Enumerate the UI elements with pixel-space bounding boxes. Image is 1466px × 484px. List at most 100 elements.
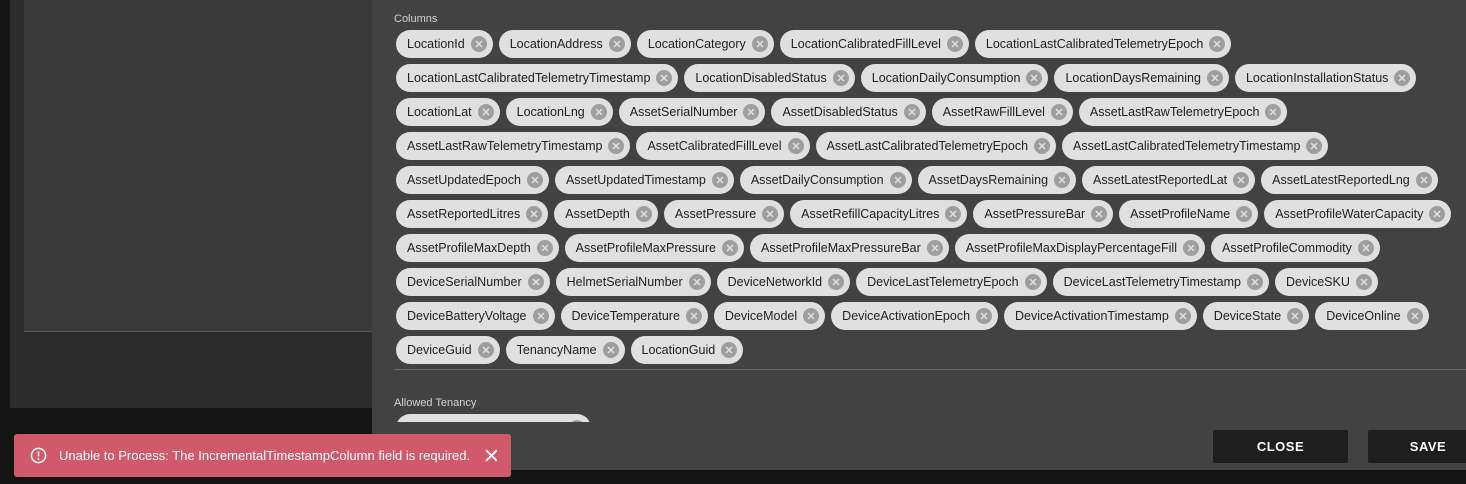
remove-icon[interactable]	[685, 308, 702, 324]
remove-icon[interactable]	[762, 206, 779, 222]
column-chip[interactable]: AssetLastCalibratedTelemetryEpoch	[815, 132, 1057, 160]
column-chip[interactable]: AssetLastCalibratedTelemetryTimestamp	[1062, 132, 1329, 160]
column-chip[interactable]: LocationDaysRemaining	[1054, 64, 1229, 92]
column-chip[interactable]: DeviceModel	[713, 302, 826, 330]
column-chip[interactable]: LocationLng	[505, 98, 613, 126]
remove-icon[interactable]	[477, 342, 494, 358]
remove-icon[interactable]	[787, 138, 804, 154]
column-chip[interactable]: DeviceLastTelemetryTimestamp	[1052, 268, 1269, 296]
remove-icon[interactable]	[1394, 70, 1411, 86]
remove-icon[interactable]	[1054, 172, 1071, 188]
remove-icon[interactable]	[751, 36, 768, 52]
remove-icon[interactable]	[1287, 308, 1304, 324]
column-chip[interactable]: AssetDepth	[554, 200, 658, 228]
column-chip[interactable]: AssetUpdatedTimestamp	[554, 166, 734, 194]
column-chip[interactable]: AssetProfileWaterCapacity	[1264, 200, 1452, 228]
column-chip[interactable]: DeviceSKU	[1274, 268, 1378, 296]
column-chip[interactable]: AssetCalibratedFillLevel	[636, 132, 810, 160]
remove-icon[interactable]	[1357, 240, 1374, 256]
column-chip[interactable]: LocationCategory	[636, 30, 774, 58]
column-chip[interactable]: DeviceNetworkId	[716, 268, 851, 296]
remove-icon[interactable]	[1246, 274, 1263, 290]
remove-icon[interactable]	[608, 36, 625, 52]
remove-icon[interactable]	[532, 308, 549, 324]
column-chip[interactable]: AssetProfileMaxPressureBar	[750, 234, 949, 262]
remove-icon[interactable]	[832, 70, 849, 86]
column-chip[interactable]: AssetLatestReportedLng	[1261, 166, 1438, 194]
remove-icon[interactable]	[1306, 138, 1323, 154]
remove-icon[interactable]	[976, 308, 993, 324]
column-chip[interactable]: AssetProfileMaxDepth	[396, 234, 559, 262]
remove-icon[interactable]	[1206, 70, 1223, 86]
remove-icon[interactable]	[1024, 274, 1041, 290]
remove-icon[interactable]	[711, 172, 728, 188]
column-chip[interactable]: LocationDisabledStatus	[684, 64, 855, 92]
remove-icon[interactable]	[1236, 206, 1253, 222]
column-chip[interactable]: AssetRefillCapacityLitres	[790, 200, 968, 228]
column-chip[interactable]: AssetReportedLitres	[396, 200, 549, 228]
remove-icon[interactable]	[1034, 138, 1051, 154]
column-chip[interactable]: AssetUpdatedEpoch	[396, 166, 549, 194]
remove-icon[interactable]	[1355, 274, 1372, 290]
close-icon[interactable]	[484, 448, 499, 463]
column-chip[interactable]: LocationGuid	[630, 336, 744, 364]
column-chip[interactable]: LocationDailyConsumption	[860, 64, 1049, 92]
column-chip[interactable]: LocationLat	[396, 98, 500, 126]
column-chip[interactable]: DeviceOnline	[1315, 302, 1429, 330]
column-chip[interactable]: AssetDaysRemaining	[917, 166, 1077, 194]
remove-icon[interactable]	[1233, 172, 1250, 188]
remove-icon[interactable]	[926, 240, 943, 256]
column-chip[interactable]: DeviceActivationTimestamp	[1004, 302, 1197, 330]
column-chip[interactable]: DeviceLastTelemetryEpoch	[856, 268, 1047, 296]
remove-icon[interactable]	[722, 240, 738, 256]
remove-icon[interactable]	[526, 206, 543, 222]
remove-icon[interactable]	[1406, 308, 1423, 324]
column-chip[interactable]: AssetProfileMaxPressure	[564, 234, 744, 262]
remove-icon[interactable]	[903, 104, 920, 120]
column-chip[interactable]: LocationCalibratedFillLevel	[779, 30, 969, 58]
remove-icon[interactable]	[803, 308, 820, 324]
remove-icon[interactable]	[1026, 70, 1043, 86]
remove-icon[interactable]	[1050, 104, 1067, 120]
column-chip[interactable]: AssetSerialNumber	[618, 98, 766, 126]
column-chip[interactable]: AssetDisabledStatus	[771, 98, 926, 126]
remove-icon[interactable]	[688, 274, 705, 290]
column-chip[interactable]: AssetDailyConsumption	[739, 166, 912, 194]
column-chip[interactable]: AssetLatestReportedLat	[1082, 166, 1256, 194]
remove-icon[interactable]	[635, 206, 652, 222]
remove-icon[interactable]	[828, 274, 845, 290]
column-chip[interactable]: LocationAddress	[498, 30, 631, 58]
remove-icon[interactable]	[743, 104, 760, 120]
column-chip[interactable]: DeviceTemperature	[560, 302, 708, 330]
remove-icon[interactable]	[1174, 308, 1191, 324]
column-chip[interactable]: AssetLastRawTelemetryEpoch	[1078, 98, 1288, 126]
remove-icon[interactable]	[945, 206, 962, 222]
column-chip[interactable]: AssetProfileName	[1119, 200, 1259, 228]
remove-icon[interactable]	[1209, 36, 1226, 52]
column-chip[interactable]: LocationLastCalibratedTelemetryTimestamp	[396, 64, 679, 92]
column-chip[interactable]: HelmetSerialNumber	[555, 268, 711, 296]
remove-icon[interactable]	[1415, 172, 1432, 188]
remove-icon[interactable]	[1182, 240, 1199, 256]
remove-icon[interactable]	[1265, 104, 1282, 120]
column-chip[interactable]: LocationInstallationStatus	[1234, 64, 1417, 92]
column-chip[interactable]: AssetPressureBar	[973, 200, 1114, 228]
column-chip[interactable]: DeviceActivationEpoch	[831, 302, 999, 330]
remove-icon[interactable]	[590, 104, 607, 120]
remove-icon[interactable]	[1091, 206, 1108, 222]
column-chip[interactable]: AssetProfileCommodity	[1210, 234, 1380, 262]
remove-icon[interactable]	[477, 104, 494, 120]
remove-icon[interactable]	[608, 138, 625, 154]
save-button[interactable]: SAVE	[1368, 430, 1466, 463]
remove-icon[interactable]	[721, 342, 738, 358]
column-chip[interactable]: TenancyName	[505, 336, 625, 364]
column-chip[interactable]: LocationLastCalibratedTelemetryEpoch	[974, 30, 1232, 58]
remove-icon[interactable]	[536, 240, 553, 256]
close-button[interactable]: CLOSE	[1213, 430, 1348, 463]
remove-icon[interactable]	[946, 36, 963, 52]
remove-icon[interactable]	[470, 36, 487, 52]
column-chip[interactable]: DeviceGuid	[396, 336, 500, 364]
remove-icon[interactable]	[889, 172, 906, 188]
remove-icon[interactable]	[526, 172, 543, 188]
column-chip[interactable]: DeviceState	[1202, 302, 1310, 330]
